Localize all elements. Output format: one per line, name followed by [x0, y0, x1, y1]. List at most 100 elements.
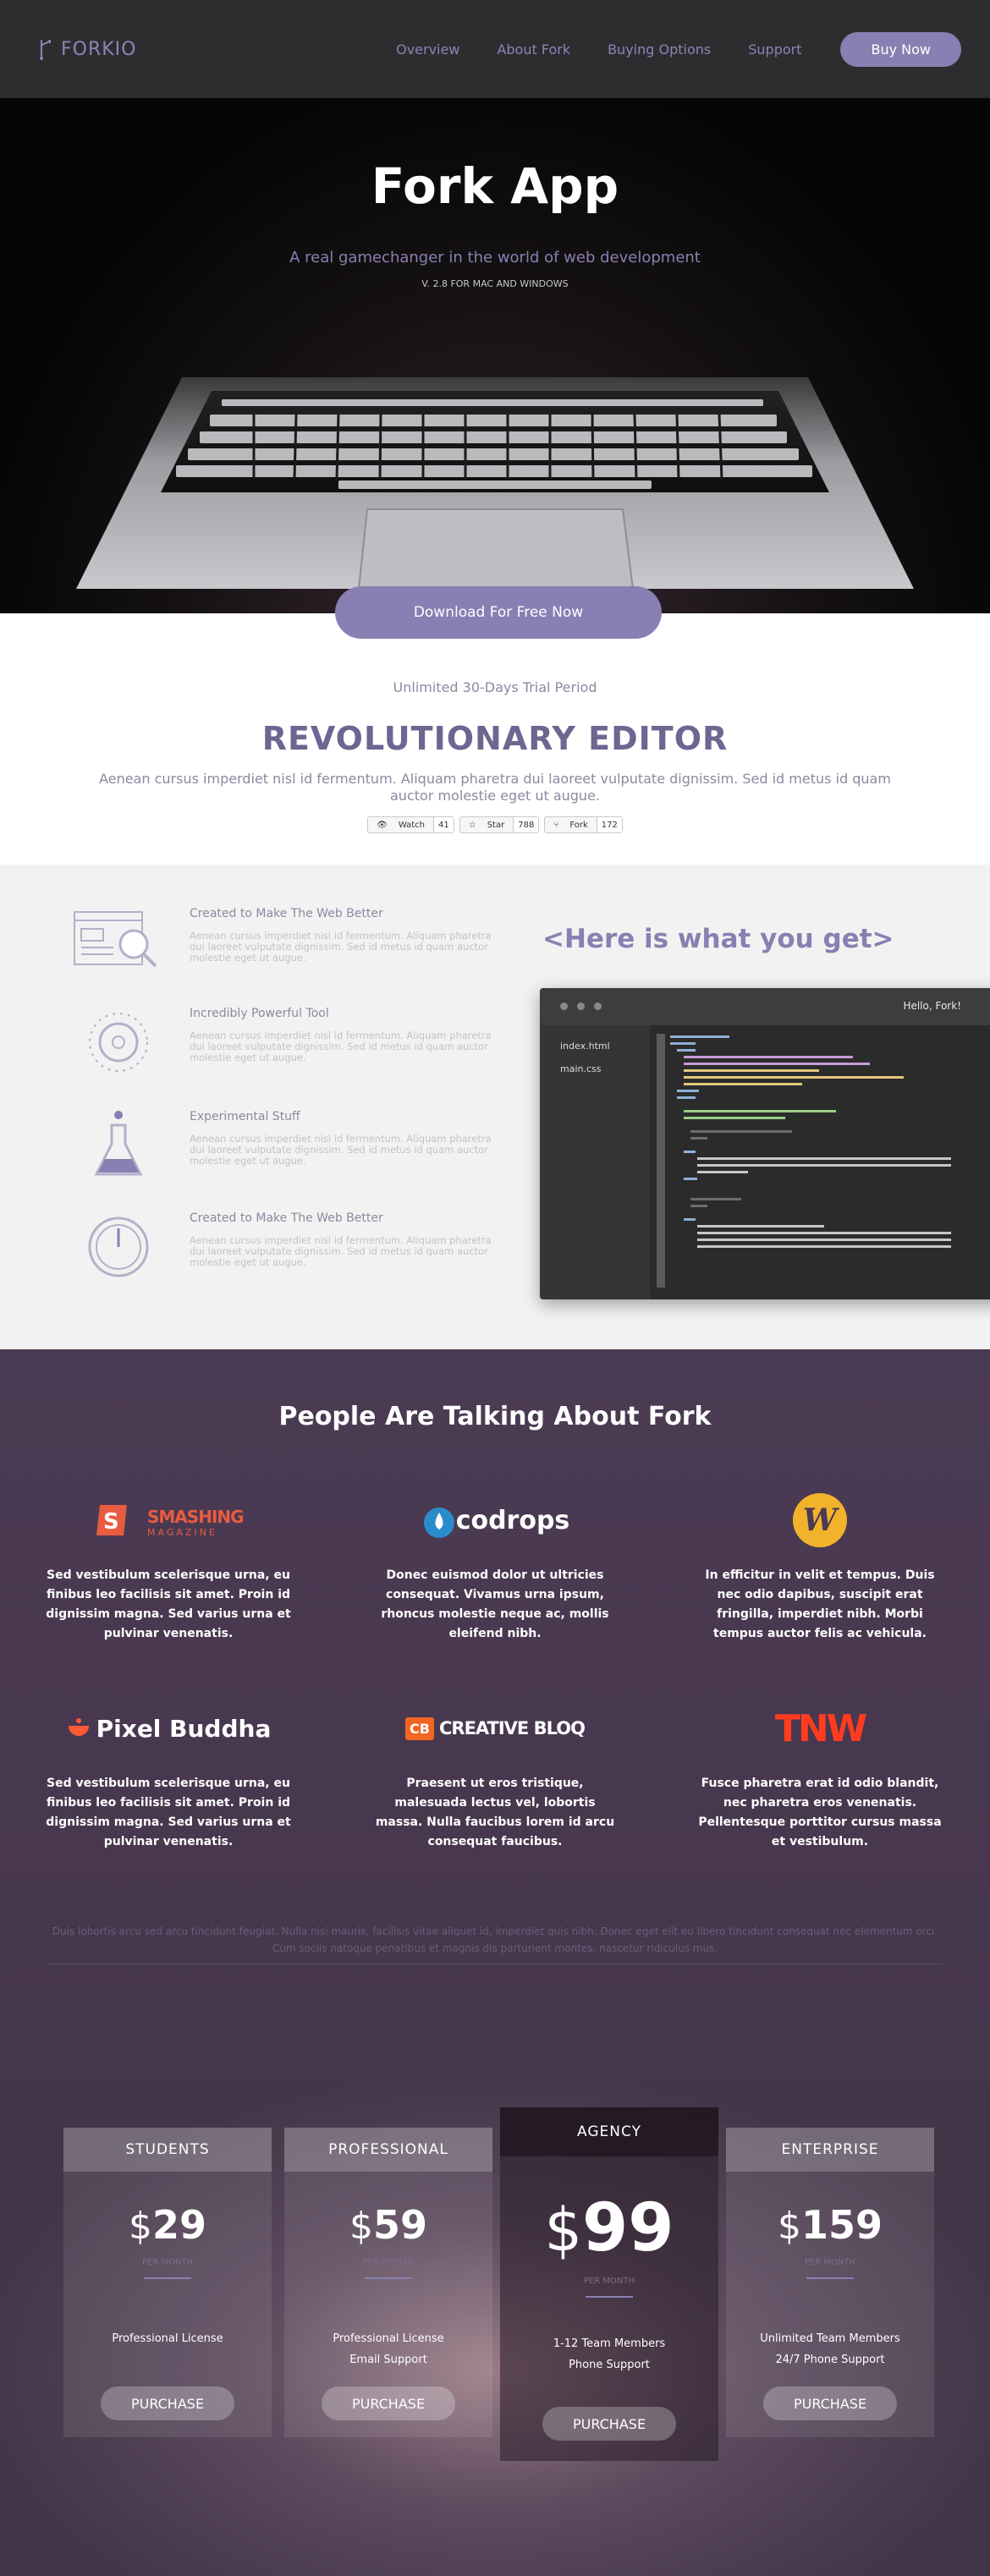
github-watch-button[interactable]: 👁 Watch 41 — [367, 816, 454, 833]
plan-period: PER MONTH — [362, 2258, 415, 2267]
codrops-name: codrops — [455, 1505, 570, 1535]
feature-item: Incredibly Powerful Tool Aenean cursus i… — [71, 1007, 511, 1074]
intro-text: Aenean cursus imperdiet nisl id fermentu… — [99, 771, 891, 804]
tnw-logo[interactable]: TNW — [680, 1703, 960, 1754]
price-amount: 159 — [800, 2202, 883, 2248]
nav-link-support[interactable]: Support — [748, 41, 801, 58]
purchase-button[interactable]: PURCHASE — [763, 2387, 897, 2420]
fork-icon: ⑂ — [553, 820, 559, 830]
w-logo[interactable]: W — [680, 1493, 960, 1547]
logo-text: FORKIO — [61, 38, 137, 60]
github-fork-button[interactable]: ⑂ Fork 172 — [544, 816, 623, 833]
plan-period: PER MONTH — [141, 2258, 194, 2267]
testimonial-pixel-buddha: Pixel Buddha Sed vestibulum scelerisque … — [29, 1703, 308, 1852]
plan-feature: 1-12 Team Members — [553, 2337, 666, 2350]
feature-item: Created to Make The Web Better Aenean cu… — [71, 907, 511, 975]
pricing-section: STUDENTS $29 PER MONTH Professional Lice… — [0, 2084, 990, 2576]
github-fork-label: Fork — [569, 820, 588, 830]
hero-title: Fork App — [371, 157, 619, 215]
plan-name: PROFESSIONAL — [284, 2128, 492, 2172]
purchase-button[interactable]: PURCHASE — [101, 2387, 234, 2420]
testimonial-text: Sed vestibulum scelerisque urna, eu fini… — [46, 1777, 291, 1848]
file-main-css[interactable]: main.css — [560, 1063, 650, 1074]
hero-section: Fork App A real gamechanger in the world… — [0, 98, 990, 613]
price-currency: $ — [349, 2205, 373, 2248]
plan-features: Professional License — [63, 2328, 272, 2349]
feature-text: Aenean cursus imperdiet nisl id fermentu… — [190, 1030, 492, 1063]
creative-bloq-logo[interactable]: CB CREATIVE BLOQ — [355, 1703, 635, 1754]
smashing-sub: MAGAZINE — [147, 1527, 217, 1538]
plan-feature: Email Support — [349, 2354, 427, 2366]
price-currency: $ — [544, 2195, 582, 2265]
testimonials-heading: People Are Talking About Fork — [278, 1402, 712, 1431]
fork-logo-icon — [40, 39, 51, 60]
plan-price: $29 — [63, 2202, 272, 2248]
plan-features: Professional License Email Support — [284, 2328, 492, 2370]
feature-title: Incredibly Powerful Tool — [190, 1007, 329, 1020]
site-header: FORKIO Overview About Fork Buying Option… — [0, 0, 990, 98]
nav-link-overview[interactable]: Overview — [396, 41, 459, 58]
star-icon: ☆ — [468, 820, 476, 830]
plan-price: $99 — [500, 2190, 718, 2266]
plan-price: $159 — [726, 2202, 934, 2248]
price-amount: 99 — [582, 2190, 674, 2266]
plan-card-professional: PROFESSIONAL $59 PER MONTH Professional … — [284, 2128, 492, 2437]
plan-name: STUDENTS — [63, 2128, 272, 2172]
quote-text: Duis lobortis arcu sed arcu tincidunt fe… — [52, 1925, 938, 1954]
window-minimize-dot — [577, 1002, 585, 1010]
price-amount: 59 — [372, 2202, 427, 2248]
plan-period: PER MONTH — [804, 2258, 856, 2267]
github-buttons: 👁 Watch 41 ☆ Star 788 ⑂ Fork 172 — [0, 816, 990, 833]
laptop-image — [76, 377, 914, 590]
logo[interactable]: FORKIO — [37, 38, 137, 60]
svg-text:S: S — [103, 1509, 119, 1535]
plan-card-enterprise: ENTERPRISE $159 PER MONTH Unlimited Team… — [726, 2128, 934, 2437]
file-index-html[interactable]: index.html — [560, 1041, 650, 1052]
testimonial-text: Praesent ut eros tristique, malesuada le… — [375, 1777, 615, 1848]
codrops-logo[interactable]: codrops — [355, 1495, 635, 1546]
feature-title: Experimental Stuff — [190, 1110, 300, 1123]
feature-title: Created to Make The Web Better — [190, 1211, 383, 1225]
window-close-dot — [560, 1002, 568, 1010]
purchase-button[interactable]: PURCHASE — [542, 2407, 676, 2441]
plan-name: AGENCY — [500, 2107, 718, 2156]
nav-link-about-fork[interactable]: About Fork — [497, 41, 570, 58]
testimonial-w: W In efficitur in velit et tempus. Duis … — [680, 1493, 960, 1644]
github-star-count: 788 — [513, 817, 539, 832]
testimonial-text: Donec euismod dolor ut ultricies consequ… — [381, 1568, 609, 1640]
feature-title: Created to Make The Web Better — [190, 907, 383, 920]
web-search-icon — [74, 911, 157, 968]
feature-item: Created to Make The Web Better Aenean cu… — [71, 1211, 511, 1279]
revolutionary-editor-heading: REVOLUTIONARY EDITOR — [261, 720, 729, 757]
intro-section: Unlimited 30-Days Trial Period REVOLUTIO… — [0, 613, 990, 865]
hero-tagline: A real gamechanger in the world of web d… — [289, 249, 701, 266]
feature-text: Aenean cursus imperdiet nisl id fermentu… — [190, 1133, 492, 1167]
hero-version: V. 2.8 FOR MAC AND WINDOWS — [421, 278, 569, 289]
buy-now-button[interactable]: Buy Now — [840, 31, 961, 67]
plan-features: 1-12 Team Members Phone Support — [500, 2333, 718, 2376]
plan-feature: Phone Support — [569, 2359, 650, 2371]
nav-link-buying-options[interactable]: Buying Options — [608, 41, 711, 58]
tnw-name: TNW — [774, 1706, 867, 1750]
pixel-buddha-icon — [68, 1718, 89, 1736]
pixel-buddha-logo[interactable]: Pixel Buddha — [29, 1703, 308, 1754]
plan-feature: 24/7 Phone Support — [775, 2354, 885, 2366]
w-badge-icon: W — [793, 1493, 847, 1547]
testimonial-text: Fusce pharetra erat id odio blandit, nec… — [698, 1777, 942, 1848]
github-star-button[interactable]: ☆ Star 788 — [459, 816, 540, 833]
plan-feature: Professional License — [333, 2332, 444, 2345]
price-currency: $ — [777, 2205, 801, 2248]
purchase-button[interactable]: PURCHASE — [322, 2387, 455, 2420]
github-star-label: Star — [487, 820, 505, 830]
w-letter: W — [802, 1502, 838, 1538]
plan-divider — [806, 2277, 854, 2279]
testimonial-smashing: S SMASHING MAGAZINE Sed vestibulum scele… — [29, 1495, 308, 1644]
download-free-button[interactable]: Download For Free Now — [335, 586, 662, 639]
pixel-buddha-name: Pixel Buddha — [96, 1714, 272, 1743]
github-watch-label: Watch — [398, 820, 425, 830]
testimonial-codrops: codrops Donec euismod dolor ut ultricies… — [355, 1495, 635, 1644]
editor-titlebar: Hello, Fork! — [540, 988, 990, 1025]
creative-bloq-name: CREATIVE BLOQ — [438, 1718, 586, 1738]
feature-text: Aenean cursus imperdiet nisl id fermentu… — [190, 1234, 492, 1268]
github-fork-count: 172 — [596, 817, 622, 832]
